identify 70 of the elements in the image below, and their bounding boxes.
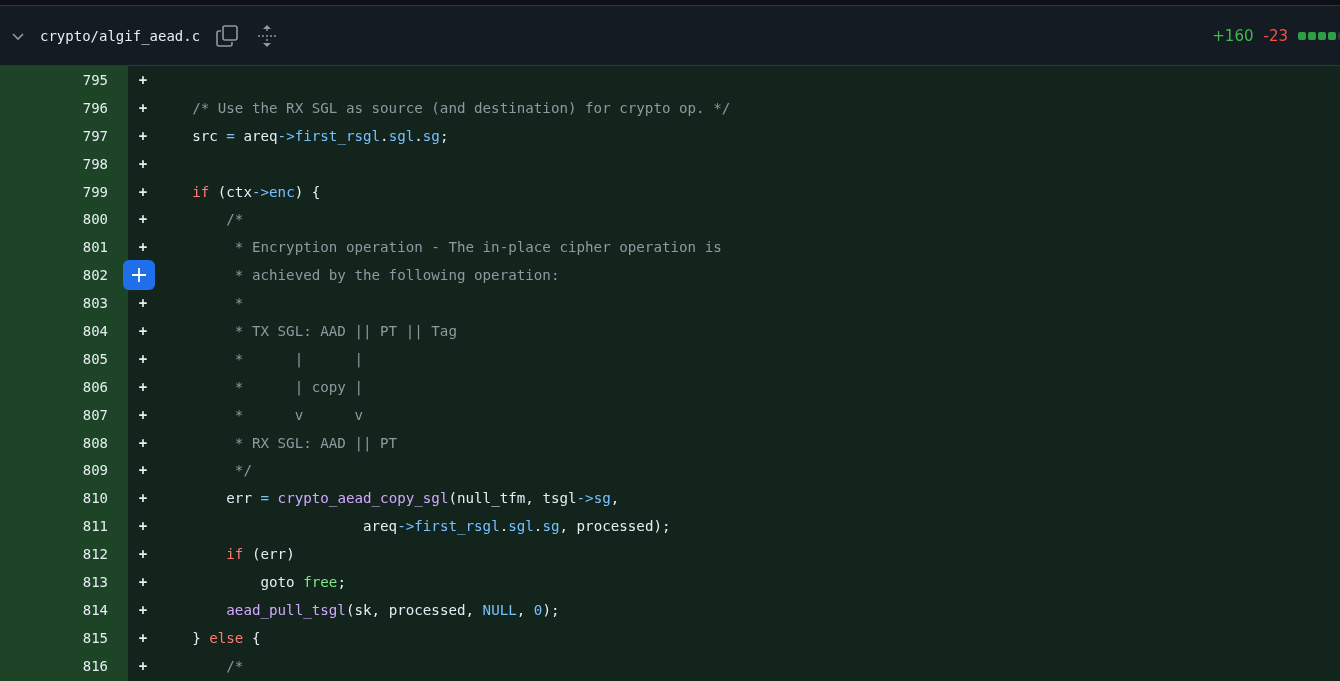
added-marker: + [138,183,148,200]
line-number: 815 [81,629,108,646]
code-line: /* [225,211,244,228]
code-line: * [233,295,244,312]
code-line: } else { [191,629,261,646]
expand-icon[interactable] [256,23,279,48]
line-number: 796 [81,99,108,116]
line-number: 806 [81,378,108,395]
deletions-count: -23 [1263,26,1288,45]
line-number: 801 [81,239,108,256]
code-line: * RX SGL: AAD || PT [233,434,398,451]
code-line: * TX SGL: AAD || PT || Tag [233,322,457,339]
line-number: 804 [81,322,108,339]
added-marker: + [138,211,148,228]
code-line: * v v [233,406,363,423]
added-marker: + [138,434,148,451]
added-marker: + [138,629,148,646]
line-number: 800 [81,211,108,228]
copy-icon[interactable] [216,24,239,47]
plus-icon [131,267,147,284]
code-line: * | copy | [233,378,363,395]
code-line: /* [225,657,244,674]
line-number: 816 [81,657,108,674]
line-number: 803 [81,295,108,312]
line-number: 798 [81,155,108,172]
added-marker: + [138,546,148,563]
line-number: 812 [81,546,108,563]
add-comment-button[interactable] [123,260,155,291]
added-marker: + [138,406,148,423]
added-marker: + [138,601,148,618]
added-marker: + [138,99,148,116]
line-number: 795 [81,71,108,88]
code-line: * achieved by the following operation: [233,267,560,284]
code-line: src = areq->first_rsgl.sgl.sg; [191,127,449,144]
code-line: if (ctx->enc) { [191,183,321,200]
file-path[interactable]: crypto/algif_aead.c [40,27,201,44]
code-line: err = crypto_aead_copy_sgl(null_tfm, tsgl->sg, [225,490,620,507]
added-marker: + [138,322,148,339]
added-marker: + [138,490,148,507]
added-marker: + [138,518,148,535]
code-line: * Encryption operation - The in-place cipher operation is [233,239,722,256]
added-marker: + [138,155,148,172]
line-number: 808 [81,434,108,451]
code-line: */ [233,462,252,479]
line-number: 799 [81,183,108,200]
line-number: 810 [81,490,108,507]
additions-count: +160 [1212,26,1254,45]
code-line: /* Use the RX SGL as source (and destination) for crypto op. */ [191,99,731,116]
added-marker: + [138,657,148,674]
added-marker: + [138,295,148,312]
added-marker: + [138,239,148,256]
line-number: 814 [81,601,108,618]
added-marker: + [138,350,148,367]
code-line: goto free; [259,573,346,590]
code-line: if (err) [225,546,295,563]
added-marker: + [138,71,148,88]
line-number: 802 [81,267,108,284]
added-marker: + [138,462,148,479]
added-marker: + [138,378,148,395]
line-number: 805 [81,350,108,367]
line-number: 807 [81,406,108,423]
code-line: aead_pull_tsgl(sk, processed, NULL, 0); [225,601,560,618]
code-line: areq->first_rsgl.sgl.sg, processed); [362,518,671,535]
code-line: * | | [233,350,363,367]
line-number: 811 [81,518,108,535]
line-number: 813 [81,573,108,590]
added-marker: + [138,573,148,590]
line-number: 809 [81,462,108,479]
line-number: 797 [81,127,108,144]
added-marker: + [138,127,148,144]
